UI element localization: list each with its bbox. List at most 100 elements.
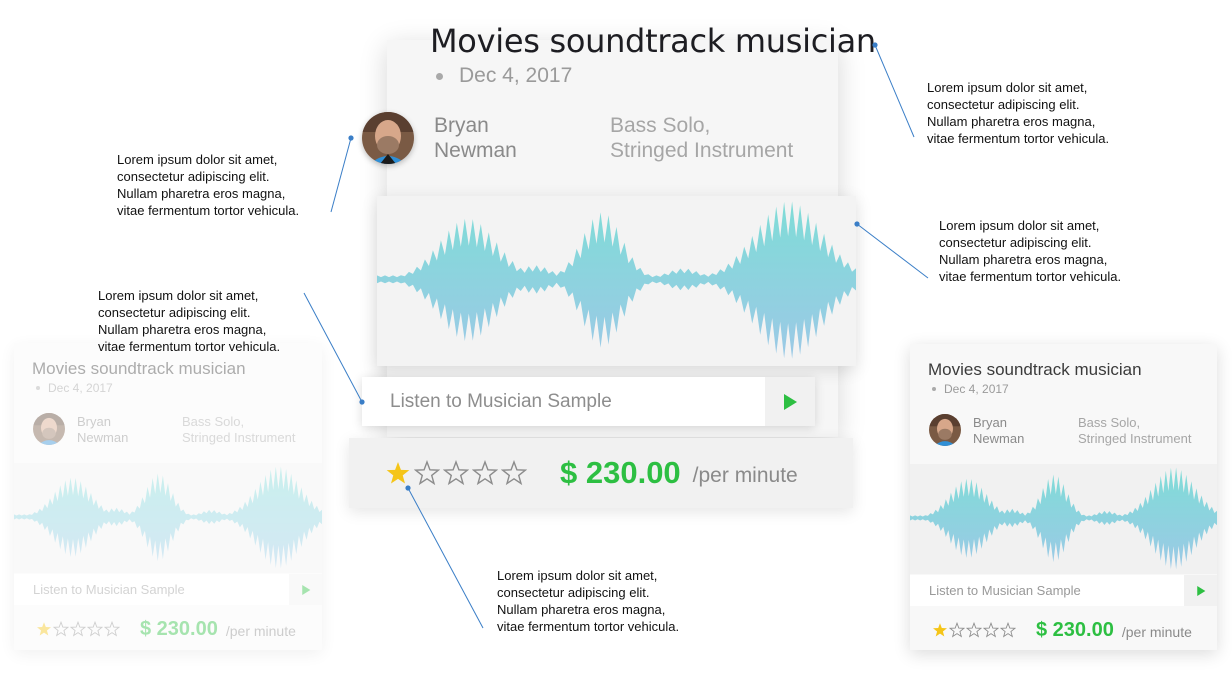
instrument-line-1: Bass Solo, — [1078, 415, 1141, 430]
listen-sample-label: Listen to Musician Sample — [929, 583, 1081, 598]
instrument-line-2: Stringed Instrument — [182, 429, 296, 445]
star-empty-icon[interactable] — [983, 622, 999, 638]
instrument: Bass Solo, Stringed Instrument — [182, 414, 322, 445]
listen-sample-label: Listen to Musician Sample — [33, 582, 185, 597]
avatar[interactable] — [929, 414, 961, 446]
musician-name: Bryan Newman — [77, 414, 157, 445]
waveform-panel — [14, 463, 322, 573]
musician-last-name: Newman — [434, 139, 517, 163]
play-button[interactable] — [765, 377, 815, 426]
price-bar: $ 230.00 /per minute — [349, 438, 853, 508]
star-empty-icon[interactable] — [443, 460, 469, 486]
rating-stars — [36, 621, 120, 637]
avatar — [33, 413, 65, 445]
callout-line: vitae fermentum tortor vehicula. — [497, 619, 680, 634]
star-filled-icon[interactable] — [385, 460, 411, 486]
callout-line: Lorem ipsum dolor sit amet, — [939, 218, 1100, 233]
callout-waveform: Lorem ipsum dolor sit amet, consectetur … — [939, 217, 1121, 285]
star-empty-icon[interactable] — [966, 622, 982, 638]
play-icon — [301, 584, 310, 595]
price: $ 230.00 — [560, 455, 681, 490]
callout-line: consectetur adipiscing elit. — [117, 169, 270, 184]
avatar-image — [362, 112, 414, 164]
waveform — [14, 466, 322, 569]
star-empty-icon[interactable] — [70, 621, 86, 637]
price: $ 230.00 — [1036, 618, 1114, 641]
callout-line: Lorem ipsum dolor sit amet, — [927, 80, 1088, 95]
date-bullet — [932, 387, 936, 391]
star-filled-icon[interactable] — [36, 621, 52, 637]
price-bar: $ 230.00 /per minute — [14, 609, 322, 649]
waveform — [377, 201, 856, 359]
callout-line: vitae fermentum tortor vehicula. — [117, 203, 300, 218]
callout-rating: Lorem ipsum dolor sit amet, consectetur … — [497, 567, 679, 635]
waveform-shape — [910, 467, 1217, 570]
callout-line: Nullam pharetra eros magna, — [927, 114, 1096, 129]
star-empty-icon[interactable] — [414, 460, 440, 486]
price-unit: /per minute — [1121, 624, 1192, 640]
waveform-shape — [14, 466, 322, 569]
star-empty-icon[interactable] — [472, 460, 498, 486]
price-unit: /per minute — [225, 623, 296, 639]
musician-first-name: Bryan — [973, 415, 1007, 430]
callout-line: consectetur adipiscing elit. — [98, 305, 251, 320]
star-empty-icon[interactable] — [1000, 622, 1016, 638]
instrument-line-1: Bass Solo, — [610, 114, 711, 137]
callout-line: vitae fermentum tortor vehicula. — [98, 339, 281, 354]
date-bullet — [436, 73, 443, 80]
connector-line — [330, 137, 352, 213]
avatar-image — [33, 413, 65, 445]
callout-line: vitae fermentum tortor vehicula. — [927, 131, 1110, 146]
instrument-line-2: Stringed Instrument — [1078, 430, 1192, 446]
date-bullet — [36, 386, 40, 390]
rating-stars[interactable] — [385, 460, 527, 486]
connector-line — [874, 44, 915, 138]
card-title: Movies soundtrack musician — [928, 360, 1142, 379]
instrument: Bass Solo, Stringed Instrument — [1078, 415, 1217, 446]
star-empty-icon[interactable] — [501, 460, 527, 486]
waveform-panel[interactable] — [377, 196, 856, 366]
listen-sample-bar: Listen to Musician Sample — [14, 574, 322, 605]
price: $ 230.00 — [140, 617, 218, 640]
callout-line: Lorem ipsum dolor sit amet, — [497, 568, 658, 583]
callout-avatar: Lorem ipsum dolor sit amet, consectetur … — [117, 151, 299, 219]
waveform-shape — [377, 201, 856, 359]
star-filled-icon[interactable] — [932, 622, 948, 638]
waveform-panel[interactable] — [910, 464, 1217, 574]
musician-first-name: Bryan — [77, 414, 111, 429]
rating-stars[interactable] — [932, 622, 1016, 638]
callout-line: consectetur adipiscing elit. — [939, 235, 1092, 250]
preview-card-faded: Movies soundtrack musician Dec 4, 2017 B… — [14, 343, 322, 650]
preview-card: Movies soundtrack musician Dec 4, 2017 B… — [910, 344, 1217, 650]
callout-line: consectetur adipiscing elit. — [497, 585, 650, 600]
play-icon — [784, 393, 797, 410]
card-title: Movies soundtrack musician — [430, 22, 876, 60]
star-empty-icon[interactable] — [104, 621, 120, 637]
connector-dot — [348, 135, 354, 141]
star-empty-icon[interactable] — [87, 621, 103, 637]
avatar[interactable] — [362, 112, 414, 164]
callout-line: Lorem ipsum dolor sit amet, — [117, 152, 278, 167]
listen-sample-bar[interactable]: Listen to Musician Sample — [910, 575, 1217, 606]
callout-line: Nullam pharetra eros magna, — [497, 602, 666, 617]
connector-line — [856, 223, 929, 279]
callout-line: Nullam pharetra eros magna, — [939, 252, 1108, 267]
callout-line: Nullam pharetra eros magna, — [117, 186, 286, 201]
callout-line: Nullam pharetra eros magna, — [98, 322, 267, 337]
listen-sample-bar[interactable]: Listen to Musician Sample — [362, 377, 815, 426]
card-date: Dec 4, 2017 — [459, 64, 573, 87]
listen-sample-label: Listen to Musician Sample — [390, 390, 612, 412]
star-empty-icon[interactable] — [53, 621, 69, 637]
instrument-line-1: Bass Solo, — [182, 414, 245, 429]
callout-line: consectetur adipiscing elit. — [927, 97, 1080, 112]
callout-line: vitae fermentum tortor vehicula. — [939, 269, 1122, 284]
musician-name: Bryan Newman — [973, 415, 1053, 446]
play-button — [289, 574, 322, 605]
card-title: Movies soundtrack musician — [32, 359, 246, 378]
star-empty-icon[interactable] — [949, 622, 965, 638]
callout-line: Lorem ipsum dolor sit amet, — [98, 288, 259, 303]
callout-title: Lorem ipsum dolor sit amet, consectetur … — [927, 79, 1109, 147]
price-bar: $ 230.00 /per minute — [910, 610, 1217, 650]
musician-last-name: Newman — [77, 429, 129, 445]
play-button[interactable] — [1184, 575, 1217, 606]
